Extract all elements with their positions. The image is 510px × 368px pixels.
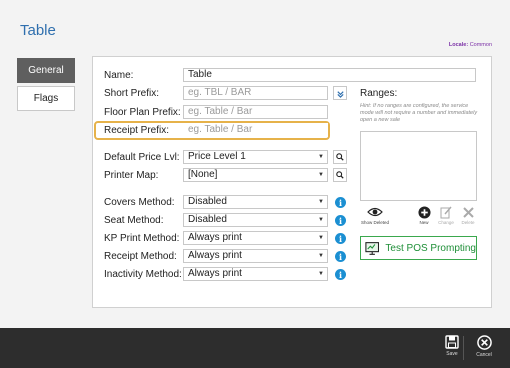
kp-print-method-label: KP Print Method: (104, 233, 180, 244)
locale-label: Locale: (448, 42, 469, 48)
x-icon (462, 206, 474, 218)
printer-map-select[interactable]: [None] ▼ (183, 168, 328, 182)
sidebar-item-general[interactable]: General (17, 58, 75, 83)
caret-down-icon: ▼ (318, 199, 324, 205)
locale-value: Common (469, 42, 492, 48)
delete-label: Delete (461, 220, 475, 225)
sidebar-item-flags[interactable]: Flags (17, 86, 75, 111)
test-pos-prompting-button[interactable]: Test POS Prompting (360, 236, 477, 260)
general-panel: Name: Table Short Prefix: eg. TBL / BAR … (92, 56, 492, 308)
info-icon[interactable]: i (335, 269, 346, 280)
plus-circle-icon (417, 205, 431, 219)
test-pos-prompting-label: Test POS Prompting (385, 242, 476, 254)
floppy-disk-icon (445, 335, 459, 349)
monitor-icon (365, 241, 380, 255)
receipt-prefix-label: Receipt Prefix: (104, 125, 170, 136)
seat-method-select[interactable]: Disabled ▼ (183, 213, 328, 227)
bottom-divider (463, 336, 464, 360)
short-prefix-label: Short Prefix: (104, 88, 160, 99)
kp-print-method-select[interactable]: Always print ▼ (183, 231, 328, 245)
floor-plan-prefix-input[interactable]: eg. Table / Bar (183, 105, 328, 119)
printer-map-label: Printer Map: (104, 170, 159, 181)
edit-icon (440, 206, 452, 218)
covers-method-value: Disabled (188, 196, 227, 207)
bottom-bar: Save Cancel (0, 328, 510, 368)
show-deleted-button[interactable]: Show Deleted (360, 205, 390, 225)
new-label: New (419, 220, 429, 225)
close-circle-icon (476, 335, 492, 350)
prefix-options-button[interactable] (333, 86, 347, 100)
caret-down-icon: ▼ (318, 253, 324, 259)
show-deleted-label: Show Deleted (360, 220, 390, 225)
floor-plan-prefix-label: Floor Plan Prefix: (104, 107, 181, 118)
ranges-title: Ranges: (360, 88, 398, 99)
info-icon[interactable]: i (335, 215, 346, 226)
default-price-lvl-label: Default Price Lvl: (104, 152, 180, 163)
caret-down-icon: ▼ (318, 235, 324, 241)
name-label: Name: (104, 70, 134, 81)
chevron-down-icon (336, 90, 344, 98)
short-prefix-input[interactable]: eg. TBL / BAR (183, 86, 328, 100)
info-icon[interactable]: i (335, 233, 346, 244)
save-button[interactable]: Save (441, 335, 463, 357)
printer-map-value: [None] (188, 169, 218, 180)
caret-down-icon: ▼ (318, 271, 324, 277)
receipt-method-value: Always print (188, 250, 242, 261)
ranges-list[interactable] (360, 131, 477, 201)
inactivity-method-select[interactable]: Always print ▼ (183, 267, 328, 281)
info-icon[interactable]: i (335, 251, 346, 262)
price-lvl-search-button[interactable] (333, 150, 347, 164)
delete-range-button[interactable]: Delete (455, 205, 481, 225)
inactivity-method-label: Inactivity Method: (104, 269, 182, 280)
info-icon[interactable]: i (335, 197, 346, 208)
default-price-lvl-select[interactable]: Price Level 1 ▼ (183, 150, 328, 164)
receipt-method-label: Receipt Method: (104, 251, 177, 262)
cancel-button[interactable]: Cancel (473, 335, 495, 358)
cancel-label: Cancel (476, 352, 492, 358)
locale-indicator: Locale: Common (449, 42, 492, 48)
seat-method-label: Seat Method: (104, 215, 164, 226)
save-label: Save (446, 351, 458, 357)
page-title: Table (20, 22, 56, 39)
name-input[interactable]: Table (183, 68, 476, 82)
change-label: Change (438, 220, 454, 225)
eye-icon (367, 207, 383, 217)
receipt-prefix-input[interactable]: eg. Table / Bar (183, 123, 328, 137)
search-icon (336, 153, 344, 161)
covers-method-select[interactable]: Disabled ▼ (183, 195, 328, 209)
caret-down-icon: ▼ (318, 154, 324, 160)
default-price-lvl-value: Price Level 1 (188, 151, 246, 162)
inactivity-method-value: Always print (188, 268, 242, 279)
covers-method-label: Covers Method: (104, 197, 175, 208)
printer-map-search-button[interactable] (333, 168, 347, 182)
search-icon (336, 171, 344, 179)
ranges-hint: Hint: If no ranges are configured, the s… (360, 103, 478, 123)
receipt-method-select[interactable]: Always print ▼ (183, 249, 328, 263)
caret-down-icon: ▼ (318, 172, 324, 178)
kp-print-method-value: Always print (188, 232, 242, 243)
caret-down-icon: ▼ (318, 217, 324, 223)
seat-method-value: Disabled (188, 214, 227, 225)
